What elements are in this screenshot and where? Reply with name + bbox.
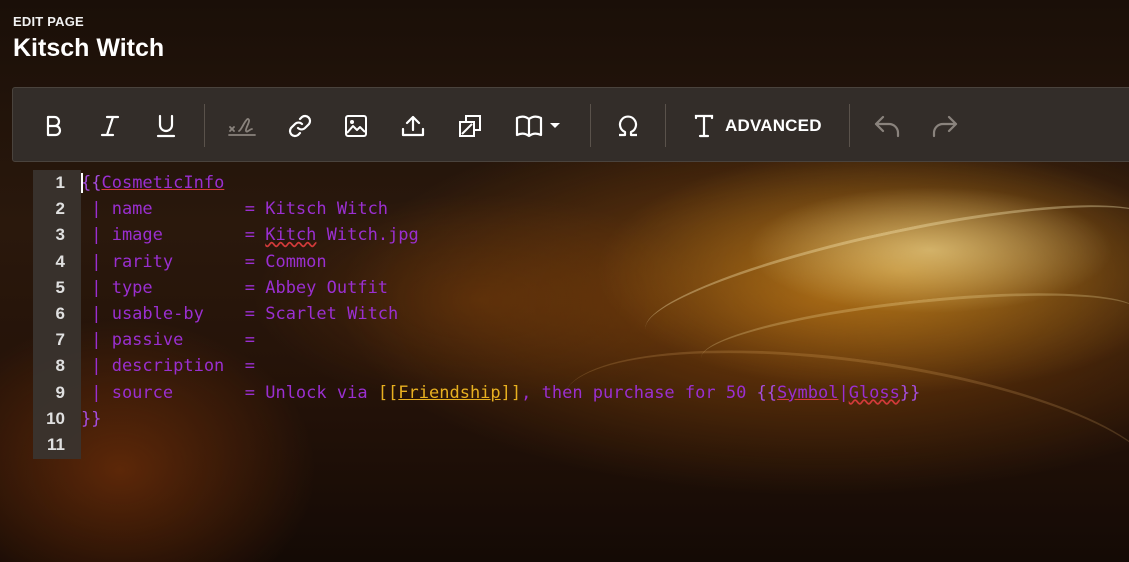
code-text: }} [81,406,101,432]
upload-button[interactable] [396,88,430,163]
special-characters-button[interactable] [611,88,645,163]
advanced-button[interactable]: ADVANCED [693,88,828,163]
toolbar-separator [849,104,850,147]
code-token: Symbol [777,382,839,403]
gallery-button[interactable] [453,88,487,163]
bold-button[interactable] [37,88,69,163]
code-token: | type = Abbey Outfit [81,277,389,298]
code-text: | description = [81,353,255,379]
code-text: | source = Unlock via [[Friendship]], th… [81,380,920,406]
redo-icon [932,115,958,137]
background-glow [551,319,1129,561]
code-token: | description = [81,356,255,377]
line-number: 9 [55,382,65,402]
toolbar-separator [665,104,666,147]
code-token: Friendship [398,382,501,403]
code-token: {{ [81,173,102,193]
code-token: | rarity = Common [81,251,327,272]
code-token: | name = Kitsch Witch [81,199,389,220]
text-format-icon [694,114,714,137]
code-text: | type = Abbey Outfit [81,275,388,301]
text-cursor [81,173,83,193]
code-token: | usable-by = Scarlet Witch [81,304,399,324]
signature-icon [228,117,256,136]
line-number: 8 [55,356,65,376]
page-title: Kitsch Witch [13,34,165,62]
background-glow [697,277,1129,393]
line-number: 1 [55,173,65,192]
line-number: 11 [47,435,65,454]
chevron-down-icon [550,122,560,128]
line-number: 4 [55,251,65,271]
code-text: | rarity = Common [81,249,327,275]
code-token: | passive = [81,330,255,351]
line-number: 2 [55,199,65,219]
code-token: , then purchase for 50 [521,382,757,403]
code-token: ]] [500,382,522,403]
signature-button[interactable] [225,88,259,163]
book-icon [515,115,543,137]
code-token: Gloss [848,382,900,403]
gallery-icon [459,114,481,137]
code-token: | image = [81,225,266,246]
undo-button[interactable] [871,88,905,163]
omega-icon [618,115,638,136]
underline-button[interactable] [150,88,182,163]
code-text: | usable-by = Scarlet Witch [81,301,398,327]
book-dropdown-button[interactable] [510,88,566,163]
link-button[interactable] [283,88,317,163]
editor-toolbar: ADVANCED [12,87,1129,162]
code-token: | source = Unlock via [81,382,378,403]
code-token: {{ [756,382,778,403]
bold-icon [46,115,62,136]
breadcrumb: EDIT PAGE [13,14,84,29]
code-text: {{CosmeticInfo [81,170,224,196]
upload-icon [401,115,425,136]
undo-icon [874,115,900,137]
line-number: 5 [55,277,65,297]
italic-icon [100,115,120,136]
image-button[interactable] [339,88,373,163]
code-token: Kitch [265,225,317,246]
background-glow [636,176,1129,374]
image-icon [345,114,367,137]
code-text: | image = Kitch Witch.jpg [81,222,419,248]
page-header: EDIT PAGE Kitsch Witch [13,14,164,63]
toolbar-separator [204,104,205,147]
code-token: [[ [377,382,399,403]
code-token: }} [81,408,102,429]
code-token: | [838,382,849,403]
code-token: Witch.jpg [316,225,419,246]
line-number: 6 [55,304,65,323]
italic-button[interactable] [94,88,126,163]
underline-icon [156,114,176,137]
line-number: 3 [55,225,65,245]
link-icon [288,114,312,137]
redo-button[interactable] [927,88,961,163]
advanced-label: ADVANCED [725,115,822,135]
code-token: CosmeticInfo [101,173,225,193]
code-text: | passive = [81,327,255,353]
code-text: | name = Kitsch Witch [81,196,388,222]
toolbar-separator [590,104,591,147]
line-number: 10 [46,408,65,428]
line-number: 7 [55,330,65,350]
code-token: }} [899,382,921,403]
